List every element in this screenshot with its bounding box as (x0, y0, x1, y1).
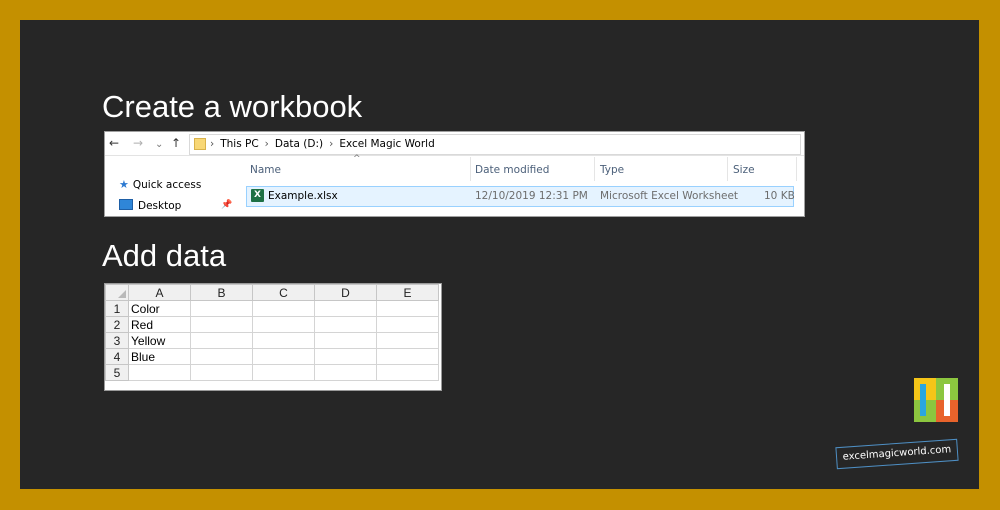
folder-icon (194, 138, 206, 150)
row-header[interactable]: 2 (105, 316, 129, 333)
cell-c4[interactable] (252, 348, 315, 365)
cell-a5[interactable] (128, 364, 191, 381)
breadcrumb-excel-magic-world[interactable]: Excel Magic World (339, 138, 434, 150)
cell-b4[interactable] (190, 348, 253, 365)
select-all-corner[interactable] (105, 284, 129, 301)
cell-b3[interactable] (190, 332, 253, 349)
file-name[interactable]: Example.xlsx (268, 190, 338, 202)
row-header[interactable]: 4 (105, 348, 129, 365)
cell-e5[interactable] (376, 364, 439, 381)
column-header-type[interactable]: Type (600, 164, 624, 176)
select-all-triangle-icon (118, 290, 126, 298)
column-divider[interactable] (470, 157, 471, 181)
cell-a3[interactable]: Yellow (128, 332, 191, 349)
breadcrumb: › This PC › Data (D:) › Excel Magic World (210, 137, 435, 151)
cell-e2[interactable] (376, 316, 439, 333)
slide: Create a workbook ← → ⌄ ↑ › This PC › Data … (20, 20, 979, 489)
up-arrow-icon[interactable]: ↑ (171, 137, 181, 150)
table-row: 1 Color (105, 300, 439, 317)
cell-c3[interactable] (252, 332, 315, 349)
column-divider[interactable] (727, 157, 728, 181)
cell-a1[interactable]: Color (128, 300, 191, 317)
cell-c1[interactable] (252, 300, 315, 317)
forward-arrow-icon[interactable]: → (133, 137, 143, 150)
logo-block (944, 384, 950, 416)
excel-file-icon: X (251, 189, 264, 202)
row-header[interactable]: 3 (105, 332, 129, 349)
file-size: 10 KB (764, 190, 795, 202)
recent-locations-icon[interactable]: ⌄ (155, 138, 163, 151)
breadcrumb-separator: › (264, 138, 269, 150)
file-explorer-window: ← → ⌄ ↑ › This PC › Data (D:) › Excel Magic W… (104, 131, 805, 217)
column-header-date-modified[interactable]: Date modified (475, 164, 549, 176)
desktop-icon (119, 199, 133, 210)
pin-icon: 📌 (221, 200, 233, 210)
row-header[interactable]: 1 (105, 300, 129, 317)
column-header-b[interactable]: B (190, 284, 253, 301)
column-divider[interactable] (796, 157, 797, 181)
table-row: 4 Blue (105, 348, 439, 365)
row-header[interactable]: 5 (105, 364, 129, 381)
sidebar-item-desktop[interactable]: Desktop (119, 199, 181, 212)
address-bar-row: ← → ⌄ ↑ › This PC › Data (D:) › Excel Magic W… (105, 132, 804, 156)
cell-a4[interactable]: Blue (128, 348, 191, 365)
table-row: 3 Yellow (105, 332, 439, 349)
sort-indicator-icon: ^ (353, 154, 361, 164)
column-header-row: A B C D E (105, 284, 439, 301)
column-header-name[interactable]: Name (250, 164, 281, 176)
column-header-size[interactable]: Size (733, 164, 755, 176)
spreadsheet-table: A B C D E 1 Color 2 Red 3 Yellow 4 Blue … (105, 284, 439, 381)
cell-e3[interactable] (376, 332, 439, 349)
heading-create-workbook: Create a workbook (102, 89, 363, 124)
heading-add-data: Add data (102, 238, 227, 273)
address-bar[interactable]: › This PC › Data (D:) › Excel Magic World (189, 134, 801, 155)
column-header-d[interactable]: D (314, 284, 377, 301)
cell-d3[interactable] (314, 332, 377, 349)
breadcrumb-separator: › (210, 138, 215, 150)
cell-e1[interactable] (376, 300, 439, 317)
cell-d4[interactable] (314, 348, 377, 365)
cell-b1[interactable] (190, 300, 253, 317)
breadcrumb-data-drive[interactable]: Data (D:) (275, 138, 323, 150)
file-type: Microsoft Excel Worksheet (600, 190, 739, 202)
back-arrow-icon[interactable]: ← (109, 137, 119, 150)
table-row: 2 Red (105, 316, 439, 333)
breadcrumb-this-pc[interactable]: This PC (220, 138, 258, 150)
cell-e4[interactable] (376, 348, 439, 365)
column-header-e[interactable]: E (376, 284, 439, 301)
spreadsheet-grid: A B C D E 1 Color 2 Red 3 Yellow 4 Blue … (104, 283, 442, 391)
cell-d1[interactable] (314, 300, 377, 317)
column-divider[interactable] (594, 157, 595, 181)
brand-logo-icon (914, 378, 958, 422)
cell-b2[interactable] (190, 316, 253, 333)
sidebar-item-quick-access[interactable]: ★ Quick access (119, 178, 201, 191)
cell-a2[interactable]: Red (128, 316, 191, 333)
cell-d2[interactable] (314, 316, 377, 333)
logo-block (920, 384, 926, 416)
cell-c2[interactable] (252, 316, 315, 333)
column-header-c[interactable]: C (252, 284, 315, 301)
cell-d5[interactable] (314, 364, 377, 381)
cell-b5[interactable] (190, 364, 253, 381)
column-header-a[interactable]: A (128, 284, 191, 301)
cell-c5[interactable] (252, 364, 315, 381)
breadcrumb-separator: › (329, 138, 334, 150)
table-row: 5 (105, 364, 439, 381)
sidebar-item-label: Quick access (132, 179, 202, 191)
star-icon: ★ (119, 178, 129, 191)
sidebar-item-label: Desktop (138, 200, 182, 212)
file-date-modified: 12/10/2019 12:31 PM (475, 190, 588, 202)
